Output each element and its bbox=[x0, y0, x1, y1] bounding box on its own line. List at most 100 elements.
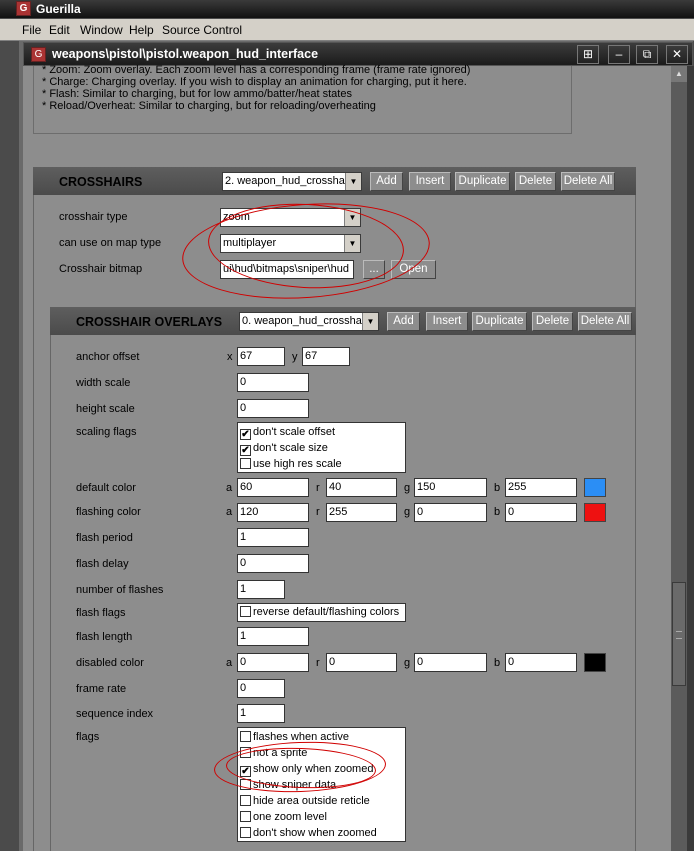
chevron-down-icon[interactable]: ▼ bbox=[344, 235, 360, 252]
disabled-color-swatch[interactable] bbox=[584, 653, 606, 672]
crosshairs-insert-button[interactable]: Insert bbox=[409, 172, 451, 191]
note-line: * Flash: Similar to charging, but for lo… bbox=[42, 88, 352, 100]
map-type-select[interactable]: multiplayer ▼ bbox=[220, 234, 361, 253]
default-color-swatch[interactable] bbox=[584, 478, 606, 497]
disabled-color-g-field[interactable]: 0 bbox=[414, 653, 487, 672]
checkbox-label: reverse default/flashing colors bbox=[253, 606, 400, 618]
checkbox-show-only-when-zoomed[interactable]: ✔ show only when zoomed bbox=[240, 763, 373, 777]
crosshairs-add-button[interactable]: Add bbox=[370, 172, 403, 191]
flash-period-field[interactable]: 1 bbox=[237, 528, 309, 547]
b-label: b bbox=[494, 506, 501, 518]
crosshairs-element-select[interactable]: 2. weapon_hud_crosshair ▼ bbox=[222, 172, 362, 191]
default-color-r-field[interactable]: 40 bbox=[326, 478, 397, 497]
default-color-label: default color bbox=[76, 482, 136, 494]
g-label: g bbox=[404, 657, 411, 669]
sequence-index-field[interactable]: 1 bbox=[237, 704, 285, 723]
minimize-button[interactable]: – bbox=[608, 45, 630, 64]
anchor-y-field[interactable]: 67 bbox=[302, 347, 350, 366]
height-scale-field[interactable]: 0 bbox=[237, 399, 309, 418]
checkbox-label: show sniper data bbox=[253, 779, 337, 791]
overlays-duplicate-button[interactable]: Duplicate bbox=[472, 312, 527, 331]
menu-window[interactable]: Window bbox=[80, 23, 123, 37]
system-menu-icon[interactable]: ⊞ bbox=[577, 45, 599, 64]
checkbox-not-a-sprite[interactable]: not a sprite bbox=[240, 747, 307, 761]
a-label: a bbox=[226, 657, 233, 669]
flashing-color-a-field[interactable]: 120 bbox=[237, 503, 309, 522]
checkbox-label: not a sprite bbox=[253, 747, 308, 759]
menu-bar: File Edit Window Help Source Control bbox=[0, 19, 694, 41]
g-label: g bbox=[404, 482, 411, 494]
default-color-a-field[interactable]: 60 bbox=[237, 478, 309, 497]
anchor-offset-label: anchor offset bbox=[76, 351, 140, 363]
checkbox-reverse-colors[interactable]: reverse default/flashing colors bbox=[240, 606, 399, 620]
checkbox-hide-area-outside-reticle[interactable]: hide area outside reticle bbox=[240, 795, 370, 809]
crosshairs-duplicate-button[interactable]: Duplicate bbox=[455, 172, 510, 191]
overlays-insert-button[interactable]: Insert bbox=[426, 312, 468, 331]
crosshairs-delete-button[interactable]: Delete bbox=[515, 172, 556, 191]
default-color-g-field[interactable]: 150 bbox=[414, 478, 487, 497]
menu-file[interactable]: File bbox=[22, 23, 41, 37]
scrollbar-thumb[interactable] bbox=[672, 582, 686, 686]
overlays-delete-button[interactable]: Delete bbox=[532, 312, 573, 331]
flash-flags-list: reverse default/flashing colors bbox=[237, 603, 406, 622]
browse-button[interactable]: ... bbox=[363, 260, 385, 279]
restore-button[interactable]: ⧉ bbox=[636, 45, 658, 64]
menu-edit[interactable]: Edit bbox=[49, 23, 70, 37]
close-button[interactable]: ✕ bbox=[666, 45, 688, 64]
flashing-color-g-field[interactable]: 0 bbox=[414, 503, 487, 522]
crosshair-bitmap-field[interactable]: ui\hud\bitmaps\sniper\hud bbox=[220, 260, 354, 279]
checkbox-dont-scale-size[interactable]: ✔ don't scale size bbox=[240, 442, 328, 456]
b-label: b bbox=[494, 482, 501, 494]
checkbox-flashes-when-active[interactable]: flashes when active bbox=[240, 731, 349, 745]
map-type-label: can use on map type bbox=[59, 237, 162, 249]
check-icon: ✔ bbox=[240, 445, 251, 456]
chevron-down-icon[interactable]: ▼ bbox=[345, 173, 361, 190]
flashing-color-b-field[interactable]: 0 bbox=[505, 503, 577, 522]
overlays-add-button[interactable]: Add bbox=[387, 312, 420, 331]
checkbox-box bbox=[240, 779, 251, 790]
checkbox-box bbox=[240, 606, 251, 617]
disabled-color-a-field[interactable]: 0 bbox=[237, 653, 309, 672]
flashing-color-swatch[interactable] bbox=[584, 503, 606, 522]
number-of-flashes-field[interactable]: 1 bbox=[237, 580, 285, 599]
flash-length-field[interactable]: 1 bbox=[237, 627, 309, 646]
frame-rate-field[interactable]: 0 bbox=[237, 679, 285, 698]
default-color-b-field[interactable]: 255 bbox=[505, 478, 577, 497]
chevron-down-icon[interactable]: ▼ bbox=[344, 209, 360, 226]
checkbox-label: don't scale size bbox=[253, 442, 328, 454]
frame-rate-label: frame rate bbox=[76, 683, 127, 695]
chevron-down-icon[interactable]: ▼ bbox=[362, 313, 378, 330]
checkbox-show-sniper-data[interactable]: show sniper data bbox=[240, 779, 336, 793]
scroll-up-arrow-icon[interactable]: ▲ bbox=[671, 66, 687, 82]
width-scale-field[interactable]: 0 bbox=[237, 373, 309, 392]
checkbox-one-zoom-level[interactable]: one zoom level bbox=[240, 811, 327, 825]
crosshairs-selected-text: 2. weapon_hud_crosshair bbox=[225, 175, 351, 187]
r-label: r bbox=[316, 482, 320, 494]
check-icon: ✔ bbox=[240, 766, 251, 777]
a-label: a bbox=[226, 506, 233, 518]
checkbox-dont-scale-offset[interactable]: ✔ don't scale offset bbox=[240, 426, 335, 440]
crosshairs-delete-all-button[interactable]: Delete All bbox=[561, 172, 615, 191]
anchor-x-field[interactable]: 67 bbox=[237, 347, 285, 366]
overlays-title: CROSSHAIR OVERLAYS bbox=[76, 315, 223, 329]
overlays-delete-all-button[interactable]: Delete All bbox=[578, 312, 632, 331]
crosshair-type-select[interactable]: zoom ▼ bbox=[220, 208, 361, 227]
flash-delay-field[interactable]: 0 bbox=[237, 554, 309, 573]
menu-source-control[interactable]: Source Control bbox=[162, 23, 242, 37]
menu-help[interactable]: Help bbox=[129, 23, 154, 37]
checkbox-label: show only when zoomed bbox=[253, 763, 374, 775]
checkbox-label: flashes when active bbox=[253, 731, 349, 743]
open-button[interactable]: Open bbox=[391, 260, 436, 279]
disabled-color-r-field[interactable]: 0 bbox=[326, 653, 397, 672]
overlays-element-select[interactable]: 0. weapon_hud_crosshair ▼ bbox=[239, 312, 379, 331]
checkbox-use-high-res-scale[interactable]: use high res scale bbox=[240, 458, 342, 472]
note-line: * Reload/Overheat: Similar to charging, … bbox=[42, 100, 376, 112]
note-line: * Charge: Charging overlay. If you wish … bbox=[42, 76, 467, 88]
vertical-scrollbar[interactable] bbox=[671, 66, 687, 851]
checkbox-label: hide area outside reticle bbox=[253, 795, 370, 807]
disabled-color-b-field[interactable]: 0 bbox=[505, 653, 577, 672]
flashing-color-r-field[interactable]: 255 bbox=[326, 503, 397, 522]
crosshairs-title: CROSSHAIRS bbox=[59, 175, 143, 189]
checkbox-dont-show-when-zoomed[interactable]: don't show when zoomed bbox=[240, 827, 377, 841]
document-icon: G bbox=[31, 47, 46, 62]
